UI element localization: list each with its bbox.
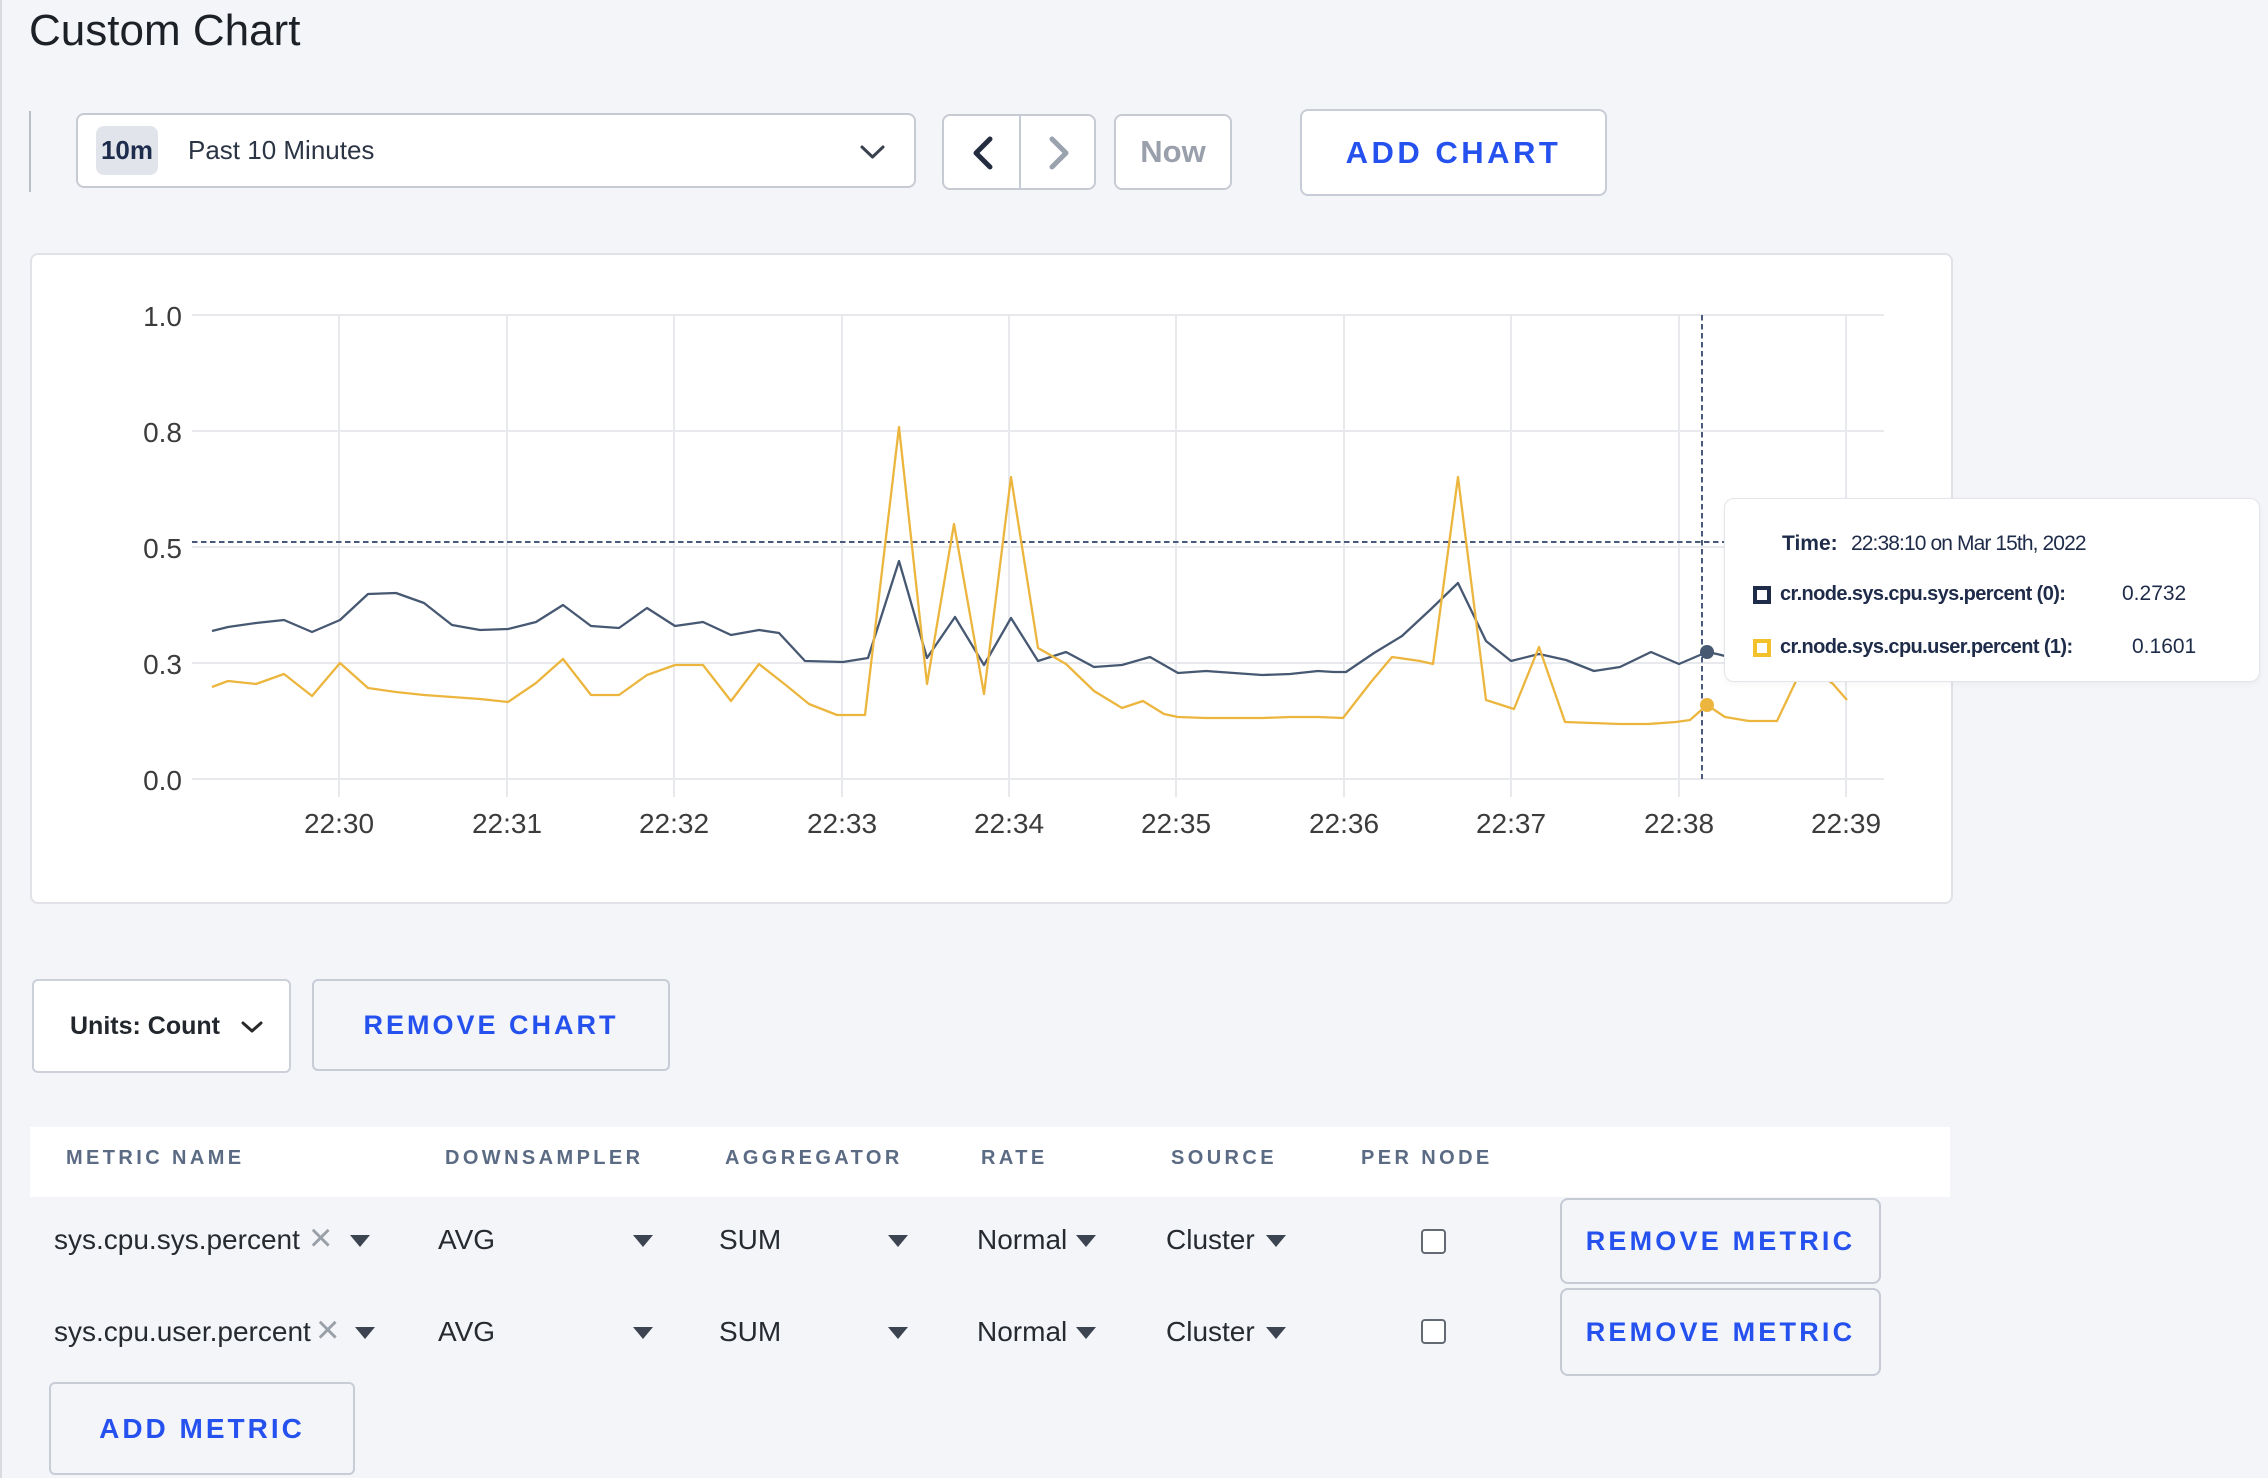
svg-text:0.0: 0.0	[143, 765, 182, 796]
svg-text:0.3: 0.3	[143, 649, 182, 680]
svg-text:22:34: 22:34	[974, 808, 1044, 839]
svg-text:1.0: 1.0	[143, 301, 182, 332]
svg-text:0.8: 0.8	[143, 417, 182, 448]
svg-text:22:31: 22:31	[472, 808, 542, 839]
svg-text:22:37: 22:37	[1476, 808, 1546, 839]
svg-text:22:32: 22:32	[639, 808, 709, 839]
svg-text:0.5: 0.5	[143, 533, 182, 564]
svg-text:22:38: 22:38	[1644, 808, 1714, 839]
svg-text:22:39: 22:39	[1811, 808, 1881, 839]
svg-text:22:36: 22:36	[1309, 808, 1379, 839]
svg-text:22:33: 22:33	[807, 808, 877, 839]
svg-text:22:35: 22:35	[1141, 808, 1211, 839]
svg-text:22:30: 22:30	[304, 808, 374, 839]
